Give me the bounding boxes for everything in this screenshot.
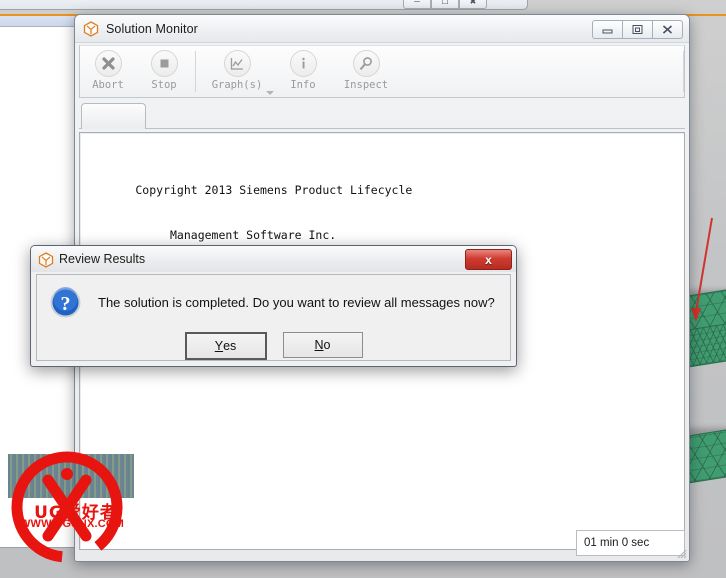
no-button-mnemonic: N xyxy=(314,338,324,352)
stop-square-icon xyxy=(150,50,178,77)
graphs-label: Graph(s) xyxy=(211,79,263,91)
solution-monitor-statusbar: 01 min 0 sec xyxy=(79,530,685,556)
review-dialog-message-row: ? The solution is completed. Do you want… xyxy=(37,275,510,319)
review-dialog-message: The solution is completed. Do you want t… xyxy=(98,295,495,310)
no-button-label: o xyxy=(323,338,331,352)
maximize-icon[interactable]: ☐ xyxy=(431,0,459,9)
info-i-icon xyxy=(289,50,317,77)
yes-button-mnemonic: Y xyxy=(214,339,224,353)
solution-monitor-tabstrip[interactable] xyxy=(79,102,685,129)
solution-monitor-window-controls[interactable] xyxy=(592,20,683,39)
yes-button[interactable]: Yes xyxy=(184,332,267,360)
elapsed-time-field: 01 min 0 sec xyxy=(576,530,685,556)
solution-monitor-toolbar[interactable]: Abort Stop Graph(s) Info Inspect xyxy=(79,45,685,98)
log-line: Copyright 2013 Siemens Product Lifecycle xyxy=(80,183,413,197)
abort-x-icon xyxy=(94,50,122,77)
close-icon[interactable] xyxy=(653,20,683,39)
yes-button-label: es xyxy=(223,339,237,353)
tab-solution[interactable] xyxy=(81,103,146,129)
maximize-icon[interactable] xyxy=(623,20,653,39)
review-dialog-titlebar[interactable]: Review Results x xyxy=(31,246,516,272)
stop-label: Stop xyxy=(151,79,177,91)
graphs-button[interactable]: Graph(s) xyxy=(199,46,275,97)
toolbar-end-separator xyxy=(683,51,684,92)
minimize-icon[interactable]: ─ xyxy=(403,0,431,9)
inspect-label: Inspect xyxy=(343,79,389,91)
review-dialog-buttons[interactable]: Yes No xyxy=(37,332,510,360)
abort-label: Abort xyxy=(92,79,124,91)
no-button[interactable]: No xyxy=(282,332,363,358)
info-label: Info xyxy=(290,79,316,91)
solution-monitor-title: Solution Monitor xyxy=(106,21,198,36)
nx-hexagon-icon xyxy=(83,20,99,37)
log-line: Management Software Inc. xyxy=(80,228,337,242)
toolbar-separator xyxy=(195,51,196,92)
svg-text:?: ? xyxy=(61,293,71,315)
question-mark-icon: ? xyxy=(49,286,82,319)
background-left-panel-header xyxy=(0,16,80,27)
close-icon[interactable]: x xyxy=(465,249,512,270)
background-window-controls[interactable]: ─ ☐ ✖ xyxy=(403,0,487,9)
close-icon[interactable]: ✖ xyxy=(459,0,487,9)
review-results-dialog[interactable]: Review Results x ? The solution is compl… xyxy=(30,245,517,367)
chevron-down-icon[interactable] xyxy=(266,91,274,95)
review-dialog-title: Review Results xyxy=(59,252,146,266)
abort-button[interactable]: Abort xyxy=(80,46,136,97)
info-button[interactable]: Info xyxy=(275,46,331,97)
review-dialog-body: ? The solution is completed. Do you want… xyxy=(36,274,511,361)
resize-grip-icon[interactable] xyxy=(675,547,687,559)
solution-monitor-titlebar[interactable]: Solution Monitor xyxy=(75,15,689,43)
minimize-icon[interactable] xyxy=(592,20,623,39)
stop-button[interactable]: Stop xyxy=(136,46,192,97)
magnifier-icon xyxy=(352,50,380,77)
nx-hexagon-icon xyxy=(38,251,54,268)
inspect-button[interactable]: Inspect xyxy=(331,46,401,97)
graph-chart-icon xyxy=(223,50,251,77)
